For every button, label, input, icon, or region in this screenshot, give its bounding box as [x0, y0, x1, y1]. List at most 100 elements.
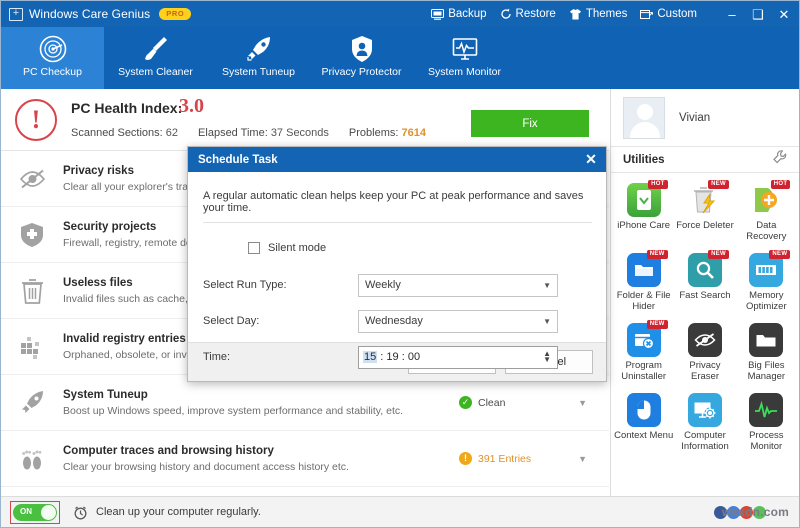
- utilities-grid: HOT iPhone Care NEW Force Deleter HOT Da…: [611, 173, 799, 457]
- utility-label: Privacy Eraser: [689, 360, 721, 382]
- tab-privacy-protector-label: Privacy Protector: [321, 66, 402, 78]
- utility-label: Process Monitor: [749, 430, 784, 452]
- stepper-down-icon[interactable]: ▼: [543, 356, 551, 364]
- main-nav: PC Checkup System Cleaner System Tuneup …: [1, 27, 799, 89]
- utility-fast-search[interactable]: NEW Fast Search: [674, 249, 735, 317]
- backup-icon: [431, 8, 445, 20]
- data-recovery-icon: HOT: [749, 180, 791, 217]
- badge-hot: HOT: [648, 180, 668, 189]
- utility-memory-optimizer[interactable]: NEW Memory Optimizer: [736, 249, 797, 317]
- tab-pc-checkup-label: PC Checkup: [23, 66, 82, 78]
- utility-process-monitor[interactable]: Process Monitor: [736, 389, 797, 457]
- folder-hider-icon: NEW: [626, 250, 668, 287]
- tab-privacy-protector[interactable]: Privacy Protector: [310, 27, 413, 89]
- user-box[interactable]: Vivian: [611, 89, 799, 147]
- tab-system-monitor[interactable]: System Monitor: [413, 27, 516, 89]
- utility-data-recovery[interactable]: HOT Data Recovery: [736, 179, 797, 247]
- chevron-down-icon[interactable]: ▼: [578, 454, 587, 464]
- dialog-description: A regular automatic clean helps keep you…: [203, 190, 584, 214]
- themes-menu-item[interactable]: Themes: [569, 8, 628, 20]
- badge-hot: HOT: [770, 180, 791, 189]
- utility-big-files-manager[interactable]: Big Files Manager: [736, 319, 797, 387]
- health-score: 3.0: [179, 95, 204, 117]
- wrench-icon[interactable]: [773, 150, 787, 169]
- utility-label: Context Menu: [614, 430, 674, 441]
- page-title: PC Health Index:: [71, 100, 183, 116]
- silent-mode-checkbox[interactable]: [248, 242, 260, 254]
- custom-menu-item[interactable]: Custom: [640, 8, 697, 20]
- stat-scanned-sections-label: Scanned Sections:: [71, 127, 163, 139]
- backup-menu-item[interactable]: Backup: [431, 8, 487, 20]
- time-minutes[interactable]: 19: [386, 351, 398, 363]
- utilities-title: Utilities: [623, 153, 665, 166]
- footprints-icon: [1, 446, 63, 472]
- day-label: Select Day:: [203, 315, 260, 327]
- stat-elapsed-time: Elapsed Time: 37 Seconds: [198, 127, 329, 139]
- silent-mode-row: Silent mode: [203, 236, 592, 260]
- schedule-toggle[interactable]: ON: [13, 503, 57, 521]
- close-button[interactable]: ✕: [771, 1, 797, 27]
- time-input[interactable]: 15 : 19 : 00 ▲ ▼: [358, 345, 558, 369]
- tab-system-tuneup[interactable]: System Tuneup: [207, 27, 310, 89]
- restore-menu-item[interactable]: Restore: [500, 8, 556, 20]
- time-row: Time: 15 : 19 : 00 ▲ ▼: [203, 345, 592, 369]
- tab-system-tuneup-label: System Tuneup: [222, 66, 295, 78]
- stat-scanned-sections-value: 62: [165, 127, 179, 139]
- rocket-grey-icon: [1, 389, 63, 416]
- day-select[interactable]: Wednesday ▼: [358, 309, 558, 333]
- tab-pc-checkup[interactable]: PC Checkup: [1, 27, 104, 89]
- watermark-text: wsxdn.com: [721, 505, 789, 519]
- utility-program-uninstaller[interactable]: NEW Program Uninstaller: [613, 319, 674, 387]
- list-item-status: ! 391 Entries ▼: [459, 452, 609, 465]
- dialog-title: Schedule Task: [198, 153, 278, 166]
- shield-person-icon: [347, 32, 377, 65]
- app-title: Windows Care Genius: [29, 7, 151, 21]
- custom-icon: [640, 9, 654, 20]
- themes-label: Themes: [585, 8, 628, 20]
- utility-label: Fast Search: [679, 290, 731, 301]
- eye-slash-icon: [1, 168, 63, 190]
- list-item-desc: Clear your browsing history and document…: [63, 460, 349, 473]
- utility-folder-file-hider[interactable]: NEW Folder & File Hider: [613, 249, 674, 317]
- list-item-title: System Tuneup: [63, 388, 148, 401]
- utility-iphone-care[interactable]: HOT iPhone Care: [613, 179, 674, 247]
- stat-problems: Problems: 7614: [349, 127, 426, 139]
- list-item-status: ✓ Clean ▼: [459, 396, 609, 409]
- status-badge: 391 Entries: [478, 452, 532, 465]
- utility-context-menu[interactable]: Context Menu: [613, 389, 674, 457]
- computer-information-icon: [687, 393, 722, 427]
- fix-button[interactable]: Fix: [471, 110, 589, 137]
- status-badge: Clean: [478, 396, 506, 409]
- context-menu-icon: [626, 393, 661, 427]
- time-seconds[interactable]: 00: [408, 351, 420, 363]
- tab-system-cleaner[interactable]: System Cleaner: [104, 27, 207, 89]
- maximize-button[interactable]: ❑: [745, 1, 771, 27]
- minimize-button[interactable]: –: [719, 1, 745, 27]
- avatar: [623, 96, 665, 139]
- badge-new: NEW: [769, 250, 791, 259]
- close-icon[interactable]: ✕: [576, 147, 606, 172]
- chevron-down-icon: ▼: [543, 280, 551, 290]
- stat-scanned-sections: Scanned Sections: 62: [71, 127, 178, 139]
- chevron-down-icon[interactable]: ▼: [578, 398, 587, 408]
- utility-label: Program Uninstaller: [621, 360, 667, 382]
- right-sidebar: Vivian Utilities HOT iPhone Care NEW For…: [610, 89, 799, 496]
- run-type-select[interactable]: Weekly ▼: [358, 273, 558, 297]
- custom-label: Custom: [657, 8, 697, 20]
- utility-force-deleter[interactable]: NEW Force Deleter: [674, 179, 735, 247]
- time-stepper[interactable]: ▲ ▼: [543, 350, 553, 364]
- time-hours[interactable]: 15: [363, 351, 378, 363]
- time-sep-2: :: [398, 351, 408, 363]
- dialog-body: A regular automatic clean helps keep you…: [188, 172, 606, 369]
- badge-new: NEW: [646, 250, 668, 259]
- run-type-label: Select Run Type:: [203, 279, 287, 291]
- list-item[interactable]: System Tuneup Boost up Windows speed, im…: [1, 375, 609, 431]
- utility-privacy-eraser[interactable]: Privacy Eraser: [674, 319, 735, 387]
- radar-icon: [38, 32, 68, 65]
- schedule-task-dialog: Schedule Task ✕ A regular automatic clea…: [187, 146, 607, 382]
- stat-problems-value: 7614: [401, 127, 426, 139]
- watermark: wsxdn.com: [713, 505, 789, 519]
- list-item[interactable]: Computer traces and browsing history Cle…: [1, 431, 609, 487]
- utility-computer-information[interactable]: Computer Information: [674, 389, 735, 457]
- program-uninstaller-icon: NEW: [626, 320, 668, 357]
